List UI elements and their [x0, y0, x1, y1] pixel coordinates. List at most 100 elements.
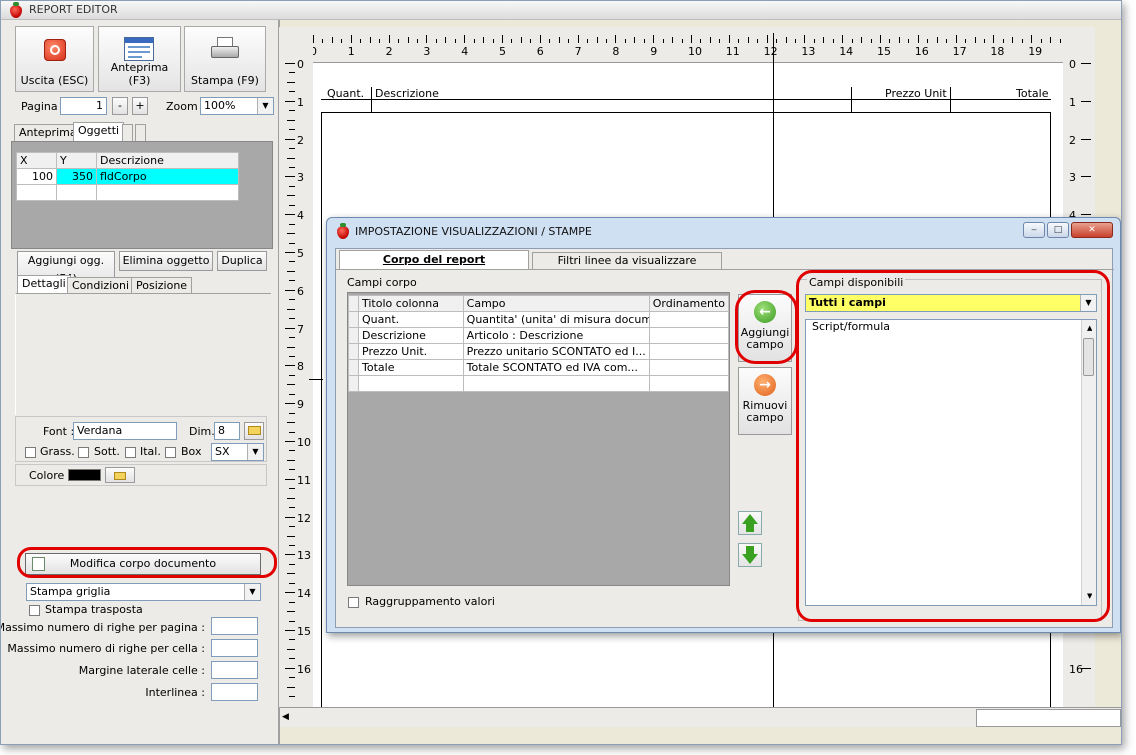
maximize-icon[interactable]: □	[1047, 222, 1069, 238]
ruler-left: 0 1 2 3 4 5 6 7 8 9 10 11 12 13 14 15 16	[279, 27, 313, 707]
ruler-left-number: 4	[297, 209, 304, 223]
tab-conditions[interactable]: Condizioni	[67, 277, 135, 294]
horizontal-guide	[309, 379, 323, 380]
table-row-empty[interactable]	[348, 375, 730, 392]
max-rows-cell-input[interactable]	[211, 639, 258, 657]
table-row[interactable]: Descrizione Articolo : Descrizione	[348, 327, 730, 344]
table-row[interactable]: 100 350 fldCorpo	[16, 168, 239, 185]
row-order[interactable]	[648, 359, 730, 376]
tab-3[interactable]	[122, 124, 133, 141]
tab-details[interactable]: Dettagli	[17, 275, 71, 294]
ruler-left-number: 0	[297, 58, 304, 71]
ruler-left-number: 1	[297, 95, 304, 109]
col-divider	[851, 87, 852, 112]
table-row-empty[interactable]	[16, 184, 239, 201]
row-field[interactable]: Quantita' (unita' di misura docum...	[462, 311, 650, 328]
page-plus-button[interactable]: +	[132, 97, 148, 115]
cell-y[interactable]: 350	[56, 168, 97, 185]
zoom-select[interactable]: 100% ▼	[200, 97, 274, 115]
table-row[interactable]: Quant. Quantita' (unita' di misura docum.…	[348, 311, 730, 328]
table-header: X Y Descrizione	[16, 152, 239, 169]
remove-field-label-2: campo	[746, 411, 784, 424]
header-description[interactable]: Descrizione	[96, 152, 239, 169]
header-x[interactable]: X	[16, 152, 57, 169]
page-minus-button[interactable]: -	[112, 97, 128, 115]
minimize-icon[interactable]: ‒	[1023, 222, 1045, 238]
row-field[interactable]: Prezzo unitario SCONTATO ed I...	[462, 343, 650, 360]
transpose-checkbox[interactable]	[29, 605, 40, 616]
cell-x[interactable]: 100	[16, 168, 57, 185]
ruler-top-number: 13	[801, 45, 816, 58]
header-field[interactable]: Campo	[462, 295, 650, 312]
row-order[interactable]	[648, 343, 730, 360]
table-row[interactable]: Prezzo Unit. Prezzo unitario SCONTATO ed …	[348, 343, 730, 360]
ruler-top-number: 8	[612, 45, 620, 58]
color-swatch[interactable]	[68, 469, 101, 481]
font-input[interactable]: Verdana	[73, 422, 177, 440]
preview-button[interactable]: Anteprima (F3)	[98, 26, 181, 92]
tab-line-filters[interactable]: Filtri linee da visualizzare	[532, 252, 722, 269]
print-label: Stampa (F9)	[191, 74, 259, 87]
header-ordering[interactable]: Ordinamento	[648, 295, 730, 312]
move-down-button[interactable]	[738, 543, 762, 567]
chevron-down-icon: ▼	[244, 584, 260, 600]
row-field[interactable]: Articolo : Descrizione	[462, 327, 650, 344]
transpose-label: Stampa trasposta	[45, 603, 143, 616]
move-up-button[interactable]	[738, 511, 762, 535]
zoom-value: 100%	[204, 99, 236, 112]
row-field[interactable]: Totale SCONTATO ed IVA com...	[462, 359, 650, 376]
row-title[interactable]: Totale	[358, 359, 464, 376]
row-title[interactable]: Prezzo Unit.	[358, 343, 464, 360]
max-rows-page-input[interactable]	[211, 617, 258, 635]
scroll-left-arrow-icon[interactable]: ◀	[282, 712, 289, 722]
bold-checkbox[interactable]	[25, 447, 36, 458]
tab-preview[interactable]: Anteprima	[14, 124, 82, 141]
line-spacing-input[interactable]	[211, 683, 258, 701]
arrow-right-icon: →	[754, 374, 776, 396]
exit-button[interactable]: Uscita (ESC)	[15, 26, 94, 92]
fields-grid-area: Titolo colonna Campo Ordinamento Quant. Q…	[347, 292, 730, 586]
left-panel: Uscita (ESC) Anteprima (F3) Stampa (F9) …	[1, 20, 278, 744]
exit-label: Uscita (ESC)	[20, 74, 89, 87]
grouping-checkbox[interactable]	[348, 597, 359, 608]
ruler-left-number: 15	[297, 625, 311, 638]
color-folder-icon[interactable]	[105, 467, 135, 483]
cell-description[interactable]: fldCorpo	[96, 168, 239, 185]
tab-report-body-label: Corpo del report	[382, 253, 486, 266]
close-icon[interactable]: ✕	[1071, 222, 1113, 238]
ruler-right-number: 3	[1069, 171, 1076, 185]
tab-objects[interactable]: Oggetti	[73, 122, 125, 142]
delete-object-button[interactable]: Elimina oggetto	[119, 251, 213, 271]
page-input[interactable]: 1	[60, 97, 107, 115]
row-order[interactable]	[648, 311, 730, 328]
print-button[interactable]: Stampa (F9)	[184, 26, 266, 92]
row-title[interactable]: Descrizione	[358, 327, 464, 344]
align-select[interactable]: SX ▼	[211, 443, 264, 461]
duplicate-button[interactable]: Duplica	[217, 251, 267, 271]
ruler-top-number: 6	[536, 45, 544, 58]
ruler-top-number: 9	[650, 45, 658, 58]
ruler-left-number: 7	[297, 322, 304, 336]
row-order[interactable]	[648, 327, 730, 344]
table-row[interactable]: Totale Totale SCONTATO ed IVA com...	[348, 359, 730, 376]
tab-report-body[interactable]: Corpo del report	[339, 250, 529, 270]
ruler-left-number: 10	[297, 436, 311, 449]
header-y[interactable]: Y	[56, 152, 97, 169]
folder-icon[interactable]	[244, 422, 264, 440]
italic-checkbox[interactable]	[125, 447, 136, 458]
dim-input[interactable]: 8	[214, 422, 240, 440]
underline-checkbox[interactable]	[78, 447, 89, 458]
header-column-title[interactable]: Titolo colonna	[358, 295, 464, 312]
fields-label: Campi corpo	[347, 276, 417, 289]
details-panel	[15, 293, 271, 415]
tab-4[interactable]	[135, 124, 146, 141]
objects-table: X Y Descrizione 100 350 fldCorpo	[16, 152, 239, 201]
remove-field-button[interactable]: → Rimuovi campo	[738, 367, 792, 435]
cell-margin-input[interactable]	[211, 661, 258, 679]
box-checkbox[interactable]	[165, 447, 176, 458]
arrow-down-icon	[742, 554, 758, 564]
row-title[interactable]: Quant.	[358, 311, 464, 328]
ruler-right-number: 16	[1069, 662, 1083, 676]
print-mode-select[interactable]: Stampa griglia ▼	[26, 583, 261, 601]
tab-position[interactable]: Posizione	[131, 277, 193, 294]
